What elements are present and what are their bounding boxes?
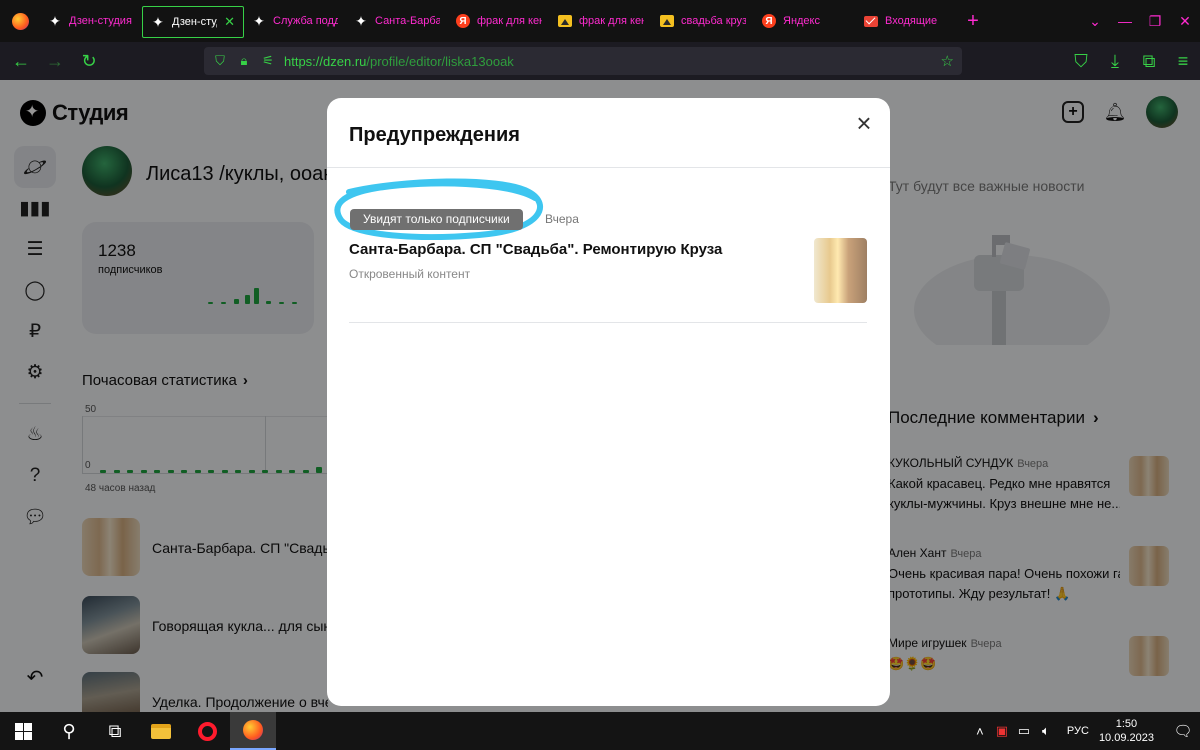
pocket-icon[interactable]: ⛉ [1064, 42, 1098, 80]
hamburger-menu-icon[interactable]: ≡ [1166, 42, 1200, 80]
windows-taskbar: ⚲ ⧉ ˄ ▣ ▭ 🔈︎ РУС 1:50 10.09.2023 🗨︎ [0, 712, 1200, 750]
warning-post-thumbnail[interactable] [814, 238, 867, 303]
tab-label: Дзен-студия [172, 16, 217, 28]
close-icon[interactable]: × [850, 110, 878, 138]
image-icon [660, 14, 674, 28]
minimize-icon[interactable]: — [1110, 0, 1140, 42]
forward-arrow-icon[interactable]: → [38, 42, 72, 80]
url-text[interactable]: https://dzen.ru/profile/editor/liska13oo… [284, 54, 514, 69]
downloads-icon[interactable]: ⤓ [1098, 42, 1132, 80]
volume-icon[interactable]: 🔈︎ [1035, 723, 1057, 739]
tab-dzen-studio-1[interactable]: ✦ Дзен-студия [40, 0, 142, 42]
yandex-icon: Я [762, 14, 776, 28]
tab-label: Санта-Барбара [375, 15, 440, 27]
clock-date: 10.09.2023 [1098, 732, 1154, 744]
gmail-icon [864, 14, 878, 28]
zen-star-icon: ✦ [253, 13, 265, 29]
tab-label: Яндекс [783, 15, 820, 27]
subscribers-only-badge: Увидят только подписчики [350, 209, 523, 230]
firefox-menu-icon[interactable] [0, 0, 40, 42]
lock-icon[interactable]: 🔒︎ [236, 53, 252, 69]
tab-inbox[interactable]: Входящие [856, 0, 958, 42]
tab-yandex[interactable]: Я Яндекс [754, 0, 856, 42]
extensions-icon[interactable]: ⧉ [1132, 42, 1166, 80]
warning-post-title[interactable]: Санта-Барбара. СП "Свадьба". Ремонтирую … [349, 241, 722, 258]
url-path: /profile/editor/liska13ooak [366, 53, 514, 69]
tab-label: Дзен-студия [69, 15, 132, 27]
clock-time: 1:50 [1115, 718, 1138, 730]
tab-label: Служба поддержки [273, 15, 338, 27]
system-clock[interactable]: 1:50 10.09.2023 [1099, 717, 1154, 745]
restore-icon[interactable]: ❐ [1140, 0, 1170, 42]
url-host: https://dzen.ru [284, 53, 367, 69]
opera-icon[interactable] [184, 712, 230, 750]
tab-frak-yandex[interactable]: Я фрак для кена [448, 0, 550, 42]
new-tab-plus-icon[interactable]: + [958, 10, 988, 33]
system-tray: ˄ ▣ ▭ 🔈︎ РУС 1:50 10.09.2023 🗨︎ [969, 712, 1200, 750]
shield-icon[interactable]: ⛉ [212, 53, 228, 69]
tab-wedding-images[interactable]: свадьба круза [652, 0, 754, 42]
tab-label: фрак для кена [477, 15, 542, 27]
input-language[interactable]: РУС [1067, 725, 1089, 737]
chevron-up-icon[interactable]: ˄ [969, 724, 991, 739]
tab-frak-images[interactable]: фрак для кена [550, 0, 652, 42]
zen-star-icon: ✦ [152, 14, 164, 30]
tab-label: свадьба круза [681, 15, 746, 27]
tab-santa-barbara[interactable]: ✦ Санта-Барбара [346, 0, 448, 42]
browser-tab-strip: ✦ Дзен-студия ✦ Дзен-студия ✕ ✦ Служба п… [0, 0, 1200, 42]
zen-star-icon: ✦ [355, 13, 367, 29]
modal-title: Предупреждения [349, 124, 520, 146]
toolbar-right: ⛉ ⤓ ⧉ ≡ [1064, 42, 1200, 80]
reload-icon[interactable]: ↻ [72, 42, 106, 80]
file-explorer-icon[interactable] [138, 712, 184, 750]
tab-label: Входящие [885, 15, 938, 27]
address-bar[interactable]: ⛉ 🔒︎ ⚟ https://dzen.ru/profile/editor/li… [204, 47, 962, 75]
zen-star-icon: ✦ [49, 13, 61, 29]
tab-support[interactable]: ✦ Служба поддержки [244, 0, 346, 42]
browser-nav-bar: ← → ↻ ⛉ 🔒︎ ⚟ https://dzen.ru/profile/edi… [0, 42, 1200, 80]
warning-divider [349, 322, 867, 323]
warning-time: Вчера [545, 212, 579, 226]
notifications-icon[interactable]: 🗨︎ [1166, 722, 1200, 740]
yandex-icon: Я [456, 14, 470, 28]
back-arrow-icon[interactable]: ← [4, 42, 38, 80]
tab-label: фрак для кена [579, 15, 644, 27]
tab-dzen-studio-active[interactable]: ✦ Дзен-студия ✕ [142, 6, 244, 38]
window-close-icon[interactable]: ✕ [1170, 0, 1200, 42]
recording-icon[interactable]: ▣ [991, 723, 1013, 739]
search-icon[interactable]: ⚲ [46, 712, 92, 750]
permissions-icon[interactable]: ⚟ [260, 53, 276, 69]
list-tabs-chevron-icon[interactable]: ⌄ [1080, 0, 1110, 42]
tab-close-icon[interactable]: ✕ [224, 14, 235, 30]
task-view-icon[interactable]: ⧉ [92, 712, 138, 750]
warnings-modal: Предупреждения × Увидят только подписчик… [327, 98, 890, 706]
modal-divider [327, 167, 890, 168]
firefox-taskbar-icon[interactable] [230, 712, 276, 750]
bookmark-star-icon[interactable]: ☆ [941, 52, 954, 70]
network-icon[interactable]: ▭ [1013, 723, 1035, 739]
warning-reason: Откровенный контент [349, 267, 471, 281]
windows-start-icon[interactable] [0, 712, 46, 750]
image-icon [558, 14, 572, 28]
